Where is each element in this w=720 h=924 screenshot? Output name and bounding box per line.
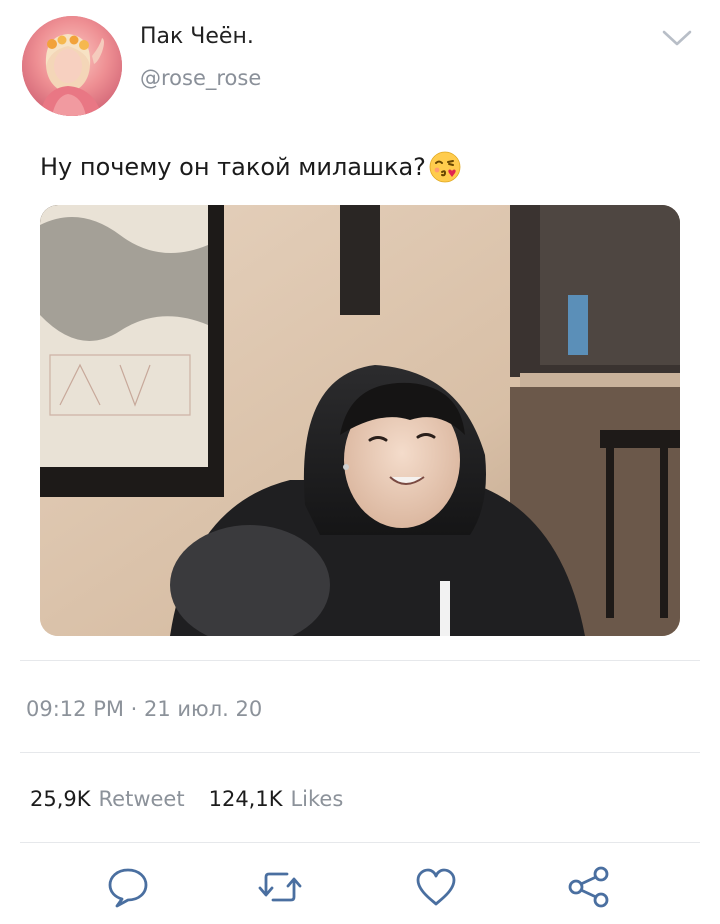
tweet-photo[interactable] (40, 205, 680, 636)
heart-icon[interactable] (413, 864, 459, 910)
tweet-timestamp[interactable]: 09:12 PM · 21 июл. 20 (26, 694, 262, 724)
chevron-down-icon[interactable] (660, 26, 694, 50)
retweet-icon[interactable] (257, 864, 303, 910)
retweets-count[interactable]: 25,9K (30, 784, 91, 814)
retweets-label[interactable]: Retweet (99, 784, 185, 814)
photo-image (40, 205, 680, 636)
tweet-card: Пак Чеён. @rose_rose Ну почему он такой … (0, 0, 720, 924)
share-icon[interactable] (566, 864, 612, 910)
divider (20, 842, 700, 843)
likes-count[interactable]: 124,1K (209, 784, 283, 814)
avatar-image (22, 16, 122, 116)
avatar[interactable] (22, 16, 122, 116)
author-display-name[interactable]: Пак Чеён. (140, 22, 254, 52)
author-handle[interactable]: @rose_rose (140, 64, 261, 92)
tweet-text: Ну почему он такой милашка? (40, 150, 462, 184)
comment-icon[interactable] (105, 864, 151, 910)
divider (20, 660, 700, 661)
divider (20, 752, 700, 753)
tweet-text-body: Ну почему он такой милашка? (40, 153, 426, 181)
face-blowing-kiss-icon (428, 150, 462, 184)
tweet-stats: 25,9K Retweet 124,1K Likes (30, 784, 343, 814)
likes-label[interactable]: Likes (290, 784, 343, 814)
